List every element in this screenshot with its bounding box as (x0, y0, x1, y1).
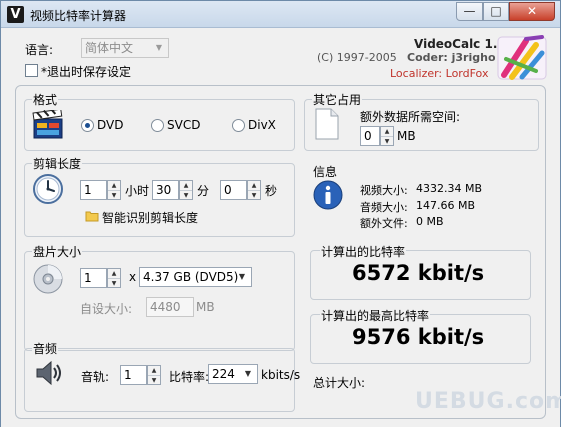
extra-space-label: 额外数据所需空间: (360, 110, 461, 124)
custom-size-unit: MB (196, 300, 215, 314)
extra-space-input[interactable]: 0 (360, 126, 380, 146)
seconds-spinner[interactable]: ▲ ▼ (247, 180, 261, 200)
app-window: V 视频比特率计算器 — □ ✕ 语言: 简体中文 ▼ *退出时保存设定 Vid… (0, 0, 561, 427)
minutes-input[interactable]: 30 (152, 180, 179, 200)
hours-input[interactable]: 1 (80, 180, 107, 200)
crayons-logo (497, 35, 547, 80)
auto-detect-link[interactable]: 智能识别剪辑长度 (102, 209, 198, 226)
window-title: 视频比特率计算器 (30, 9, 127, 23)
app-icon: V (7, 6, 24, 23)
custom-size-input[interactable]: 4480 (146, 297, 194, 317)
document-icon (315, 108, 339, 140)
chevron-down-icon: ▼ (244, 369, 252, 378)
extra-space-spinner[interactable]: ▲ ▼ (380, 126, 394, 146)
hours-label: 小时 (125, 184, 150, 198)
disc-type-value: 4.37 GB (DVD5) (143, 270, 239, 284)
info-title: 信息 (312, 163, 339, 180)
format-dvd-label: DVD (97, 118, 124, 132)
audio-tracks-spinner[interactable]: ▲ ▼ (147, 365, 161, 385)
chevron-down-icon: ▼ (155, 43, 163, 52)
speaker-icon (36, 360, 61, 386)
save-on-exit-checkbox[interactable] (25, 64, 38, 77)
max-bitrate-label: 计算出的最高比特率 (320, 307, 431, 324)
disc-count-input[interactable]: 1 (80, 268, 107, 288)
hours-spinner[interactable]: ▲ ▼ (107, 180, 121, 200)
disc-type-select[interactable]: 4.37 GB (DVD5) ▼ (139, 267, 252, 287)
cd-disc-icon (33, 264, 63, 294)
language-select[interactable]: 简体中文 ▼ (81, 38, 169, 58)
format-divx-label: DivX (248, 118, 276, 132)
times-symbol: x (129, 270, 137, 284)
clock-icon (33, 174, 63, 204)
extra-space-unit: MB (397, 129, 416, 143)
close-button[interactable]: ✕ (509, 2, 555, 21)
format-title: 格式 (32, 91, 59, 108)
disc-count-spinner[interactable]: ▲ ▼ (107, 268, 121, 288)
chevron-down-icon: ▼ (238, 272, 246, 281)
extra-file-value: 0 MB (416, 215, 444, 228)
client-area: 语言: 简体中文 ▼ *退出时保存设定 VideoCalc 1.1 (C) 19… (1, 29, 561, 427)
audio-title: 音频 (32, 340, 59, 357)
coder-text: Coder: j3righo (407, 51, 496, 64)
video-size-label: 视频大小: (360, 184, 408, 197)
title-bar[interactable]: V 视频比特率计算器 — □ ✕ (1, 1, 560, 28)
copyright-text: (C) 1997-2005 (317, 51, 397, 64)
minimize-button[interactable]: — (456, 2, 483, 21)
audio-tracks-input[interactable]: 1 (120, 365, 147, 385)
maximize-button[interactable]: □ (483, 2, 509, 21)
product-name: VideoCalc 1.1 (414, 37, 506, 51)
audio-bitrate-unit: kbits/s (261, 368, 301, 382)
custom-size-label: 自设大小: (80, 302, 133, 316)
info-icon (313, 180, 343, 210)
audio-size-label: 音频大小: (360, 201, 408, 214)
save-on-exit-label: *退出时保存设定 (41, 65, 132, 79)
extra-file-label: 额外文件: (360, 217, 408, 230)
audio-size-value: 147.66 MB (416, 199, 476, 212)
minutes-label: 分 (197, 184, 210, 198)
watermark-logo: UEBUG.com (415, 389, 561, 414)
format-svcd-radio[interactable] (151, 119, 164, 132)
language-value: 简体中文 (85, 41, 134, 55)
minutes-spinner[interactable]: ▲ ▼ (179, 180, 193, 200)
audio-bitrate-select[interactable]: 224 ▼ (208, 364, 258, 384)
audio-bitrate-label: 比特率: (169, 370, 210, 384)
seconds-label: 秒 (265, 184, 278, 198)
audio-tracks-label: 音轨: (81, 370, 110, 384)
clapperboard-icon (32, 110, 63, 139)
other-title: 其它占用 (312, 91, 363, 108)
calc-bitrate-value: 6572 kbit/s (352, 261, 485, 285)
format-divx-radio[interactable] (232, 119, 245, 132)
video-size-value: 4332.34 MB (416, 182, 483, 195)
format-dvd-radio[interactable] (81, 119, 94, 132)
disc-size-title: 盘片大小 (32, 243, 83, 260)
clip-length-title: 剪辑长度 (32, 155, 83, 172)
seconds-input[interactable]: 0 (220, 180, 247, 200)
format-svcd-label: SVCD (167, 118, 201, 132)
language-label: 语言: (25, 43, 54, 57)
total-size-label: 总计大小: (313, 376, 366, 390)
audio-bitrate-value: 224 (212, 367, 235, 381)
folder-icon (85, 211, 99, 222)
localizer-text: Localizer: LordFox (390, 67, 489, 80)
max-bitrate-value: 9576 kbit/s (352, 325, 485, 349)
calc-bitrate-label: 计算出的比特率 (320, 243, 407, 260)
